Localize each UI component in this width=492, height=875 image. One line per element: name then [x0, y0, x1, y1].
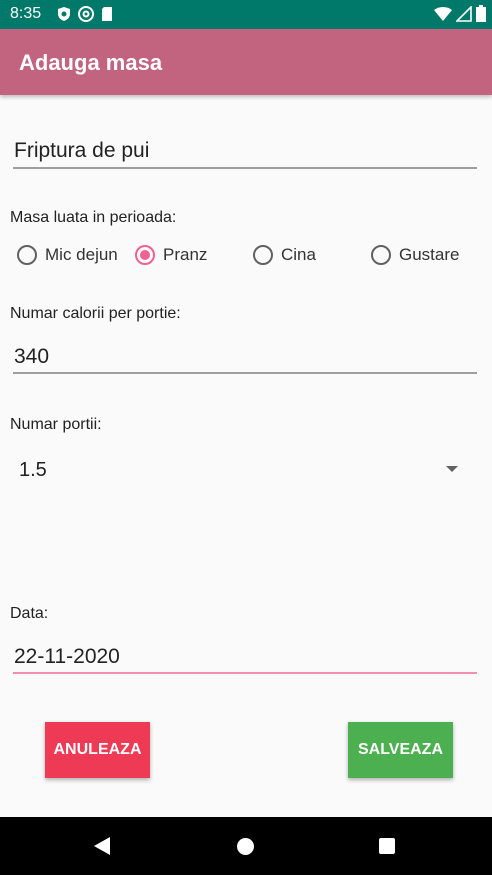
status-icons-right	[434, 5, 486, 22]
radio-cina[interactable]: Cina	[253, 242, 316, 268]
back-icon[interactable]	[94, 837, 110, 855]
radio-pranz[interactable]: Pranz	[135, 242, 207, 268]
sd-card-icon	[102, 7, 112, 21]
portions-spinner-value: 1.5	[19, 459, 47, 481]
date-underline	[13, 672, 477, 674]
meal-name-input[interactable]: Friptura de pui	[14, 139, 149, 163]
portions-label: Numar portii:	[10, 416, 102, 433]
cancel-button[interactable]: ANULEAZA	[45, 722, 150, 778]
meal-name-underline	[13, 167, 477, 169]
navigation-bar	[0, 817, 492, 875]
calories-label: Numar calorii per portie:	[10, 305, 181, 322]
signal-icon	[456, 5, 472, 22]
status-bar: 8:35	[0, 0, 492, 29]
status-icons-left	[56, 6, 114, 22]
portions-spinner[interactable]	[10, 448, 475, 492]
date-label: Data:	[10, 605, 49, 622]
radio-circle	[253, 245, 273, 265]
page-title: Adauga masa	[19, 50, 163, 75]
radio-circle-checked	[135, 245, 155, 265]
at-sign-icon	[78, 6, 94, 22]
chevron-down-icon[interactable]	[446, 466, 458, 472]
radio-label: Pranz	[163, 245, 208, 264]
radio-label: Mic dejun	[45, 245, 118, 264]
app-bar: Adauga masa	[0, 29, 492, 95]
radio-gustare[interactable]: Gustare	[371, 242, 459, 268]
recent-apps-icon[interactable]	[379, 838, 395, 854]
calories-underline	[13, 372, 477, 374]
shield-icon	[58, 7, 70, 21]
save-button[interactable]: SALVEAZA	[348, 722, 453, 778]
radio-mic-dejun[interactable]: Mic dejun	[17, 242, 118, 268]
wifi-icon	[434, 6, 452, 21]
radio-label: Gustare	[399, 245, 460, 264]
status-time: 8:35	[10, 5, 42, 22]
calories-input[interactable]: 340	[14, 345, 49, 369]
home-icon[interactable]	[237, 838, 254, 855]
radio-label: Cina	[281, 245, 316, 264]
radio-circle	[371, 245, 391, 265]
date-input[interactable]: 22-11-2020	[14, 645, 120, 669]
radio-circle	[17, 245, 37, 265]
period-label: Masa luata in perioada:	[10, 209, 177, 226]
battery-icon	[476, 5, 486, 22]
